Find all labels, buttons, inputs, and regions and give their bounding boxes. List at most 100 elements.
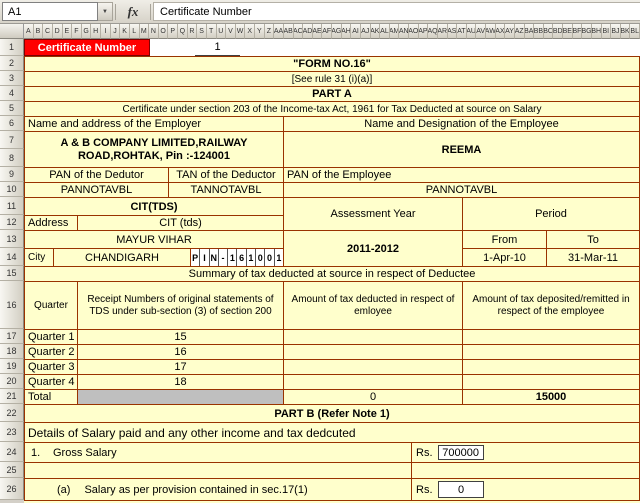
- cell-header-tax-deducted[interactable]: Amount of tax deducted in respect of eml…: [284, 282, 463, 329]
- cell-city-value[interactable]: CHANDIGARH: [54, 249, 191, 266]
- column-header-AR[interactable]: AR: [437, 24, 448, 39]
- column-header-I[interactable]: I: [101, 24, 111, 39]
- column-header-AY[interactable]: AY: [505, 24, 515, 39]
- cell-employee-name[interactable]: REEMA: [284, 132, 640, 167]
- column-header-AM[interactable]: AM: [389, 24, 400, 39]
- cell-receipt-number-3[interactable]: 17: [78, 360, 284, 374]
- column-header-C[interactable]: C: [43, 24, 53, 39]
- column-header-AZ[interactable]: AZ: [514, 24, 525, 39]
- cell-gross-salary-label[interactable]: 1. Gross Salary: [25, 443, 411, 462]
- cell-tax-deposited-3[interactable]: [463, 360, 640, 374]
- column-header-BC[interactable]: BC: [543, 24, 554, 39]
- column-header-AB[interactable]: AB: [283, 24, 294, 39]
- row-header-21[interactable]: 21: [0, 389, 24, 404]
- column-header-W[interactable]: W: [235, 24, 246, 39]
- select-all-corner[interactable]: [0, 24, 24, 39]
- cell-receipt-number-1[interactable]: 15: [78, 330, 284, 344]
- column-header-BI[interactable]: BI: [601, 24, 612, 39]
- pin-char-box-2[interactable]: N: [209, 249, 219, 266]
- cell-period-from[interactable]: 1-Apr-10: [463, 249, 547, 266]
- cell-rs-label[interactable]: Rs.: [411, 479, 438, 500]
- cell-part-b[interactable]: PART B (Refer Note 1): [25, 405, 640, 422]
- column-header-BL[interactable]: BL: [630, 24, 640, 39]
- column-header-H[interactable]: H: [91, 24, 101, 39]
- cell-quarter-label-3[interactable]: Quarter 3: [25, 360, 78, 374]
- row-header-13[interactable]: 13: [0, 230, 24, 248]
- cell-header-receipt-numbers[interactable]: Receipt Numbers of original statements o…: [78, 282, 284, 329]
- cell-quarter-label-2[interactable]: Quarter 2: [25, 345, 78, 359]
- cell-blank[interactable]: [484, 463, 640, 478]
- cell-rs-label[interactable]: Rs.: [411, 443, 438, 462]
- cell-total-receipt[interactable]: [78, 390, 284, 404]
- row-header-22[interactable]: 22: [0, 404, 24, 422]
- row-header-9[interactable]: 9: [0, 167, 24, 182]
- column-header-AF[interactable]: AF: [322, 24, 332, 39]
- column-header-P[interactable]: P: [168, 24, 178, 39]
- cell-blank[interactable]: [240, 39, 640, 56]
- column-header-T[interactable]: T: [206, 24, 217, 39]
- cell-blank[interactable]: [150, 39, 195, 56]
- cell-blank[interactable]: [411, 463, 438, 478]
- column-header-L[interactable]: L: [129, 24, 140, 39]
- cell-period-to[interactable]: 31-Mar-11: [547, 249, 640, 266]
- column-header-BK[interactable]: BK: [620, 24, 631, 39]
- column-header-AT[interactable]: AT: [457, 24, 467, 39]
- cell-tax-deducted-4[interactable]: [284, 375, 463, 389]
- cell-total-label[interactable]: Total: [25, 390, 78, 404]
- cell-employee-header[interactable]: Name and Designation of the Employee: [284, 117, 640, 131]
- column-header-AG[interactable]: AG: [332, 24, 342, 39]
- cell-receipt-number-2[interactable]: 16: [78, 345, 284, 359]
- cell-period-label[interactable]: Period: [463, 198, 640, 230]
- cell-pan-employee-value[interactable]: PANNOTAVBL: [284, 183, 640, 197]
- column-header-AK[interactable]: AK: [370, 24, 381, 39]
- column-header-G[interactable]: G: [81, 24, 92, 39]
- name-box[interactable]: A1: [2, 2, 98, 21]
- cell-part-a[interactable]: PART A: [25, 87, 640, 101]
- cell-blank[interactable]: [25, 463, 411, 478]
- pin-char-box-1[interactable]: I: [200, 249, 210, 266]
- row-header-3[interactable]: 3: [0, 71, 24, 86]
- column-header-D[interactable]: D: [52, 24, 63, 39]
- cell-header-tax-deposited[interactable]: Amount of tax deposited/remitted in resp…: [463, 282, 640, 329]
- column-header-J[interactable]: J: [110, 24, 121, 39]
- pin-char-box-0[interactable]: P: [191, 249, 201, 266]
- cell-blank[interactable]: [484, 443, 640, 462]
- cell-details-title[interactable]: Details of Salary paid and any other inc…: [25, 423, 640, 442]
- cell-from-label[interactable]: From: [463, 231, 547, 248]
- cell-tan-deductor-value[interactable]: TANNOTAVBL: [169, 183, 284, 197]
- column-header-AV[interactable]: AV: [476, 24, 486, 39]
- row-header-2[interactable]: 2: [0, 56, 24, 71]
- column-header-AA[interactable]: AA: [274, 24, 284, 39]
- cell-total-deposited[interactable]: 15000: [463, 390, 640, 404]
- pin-char-box-5[interactable]: 6: [237, 249, 247, 266]
- cell-blank[interactable]: [438, 463, 484, 478]
- row-header-12[interactable]: 12: [0, 215, 24, 230]
- cell-cit-tds-label[interactable]: CIT(TDS): [25, 198, 283, 215]
- cell-address-label[interactable]: Address: [25, 216, 78, 230]
- pin-char-box-4[interactable]: 1: [228, 249, 238, 266]
- row-header-16[interactable]: 16: [0, 281, 24, 329]
- row-header-8[interactable]: 8: [0, 149, 24, 167]
- column-header-R[interactable]: R: [187, 24, 198, 39]
- cell-gross-salary-value[interactable]: 700000: [438, 445, 484, 460]
- column-header-K[interactable]: K: [120, 24, 130, 39]
- cell-pan-employee-label[interactable]: PAN of the Employee: [284, 168, 640, 182]
- column-header-AQ[interactable]: AQ: [428, 24, 438, 39]
- cell-city-label[interactable]: City: [25, 249, 54, 266]
- column-header-N[interactable]: N: [149, 24, 159, 39]
- cell-tax-deducted-3[interactable]: [284, 360, 463, 374]
- column-header-AS[interactable]: AS: [447, 24, 458, 39]
- column-header-AI[interactable]: AI: [351, 24, 361, 39]
- cell-assessment-year-label[interactable]: Assessment Year: [284, 198, 463, 230]
- cell-employer-name[interactable]: A & B COMPANY LIMITED,RAILWAY ROAD,ROHTA…: [25, 132, 284, 167]
- cell-header-quarter[interactable]: Quarter: [25, 282, 78, 329]
- cell-tan-deductor-label[interactable]: TAN of the Deductor: [169, 168, 284, 182]
- column-header-AN[interactable]: AN: [399, 24, 409, 39]
- column-header-AE[interactable]: AE: [312, 24, 323, 39]
- row-header-17[interactable]: 17: [0, 329, 24, 344]
- cell-to-label[interactable]: To: [547, 231, 640, 248]
- cell-cit-value[interactable]: CIT (tds): [78, 216, 283, 230]
- column-header-AX[interactable]: AX: [495, 24, 506, 39]
- cell-certificate-line[interactable]: Certificate under section 203 of the Inc…: [25, 102, 640, 116]
- column-header-AD[interactable]: AD: [303, 24, 313, 39]
